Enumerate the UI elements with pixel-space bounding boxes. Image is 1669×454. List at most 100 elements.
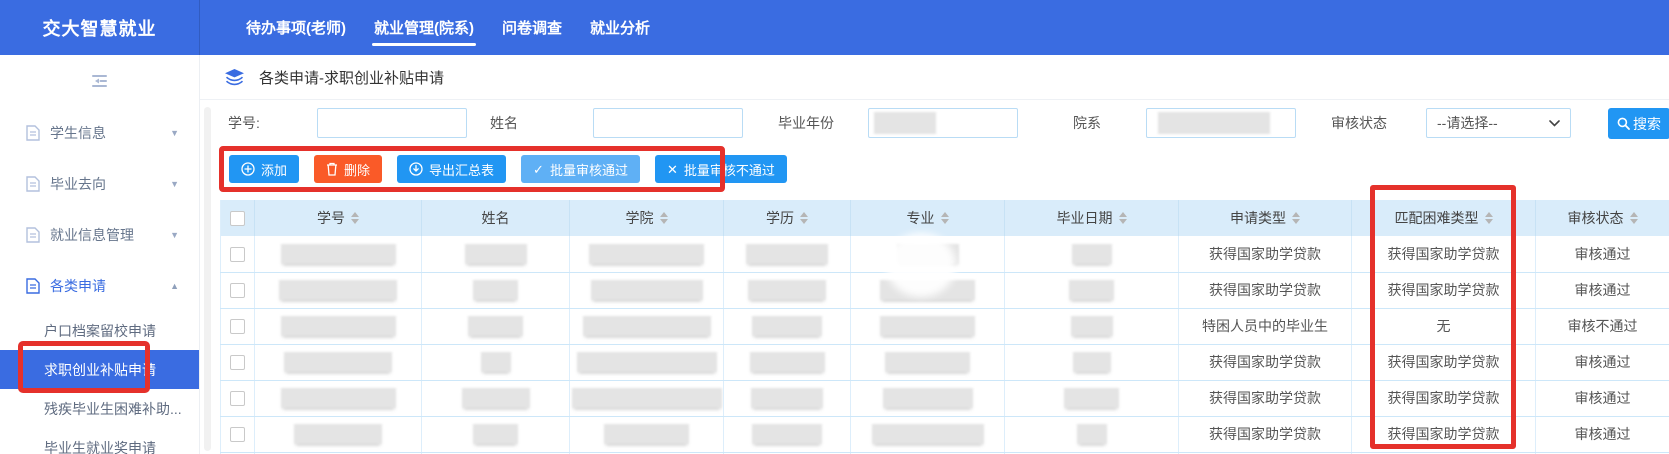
chevron-down-icon: ▼ [170,230,179,240]
sort-icon[interactable] [1119,212,1127,224]
redacted-cell [1064,388,1119,408]
name-label: 姓名 [490,100,518,146]
sidebar-subitem-employment-award[interactable]: 毕业生就业奖申请 [0,428,199,454]
audit-status-label: 审核状态 [1331,100,1387,146]
chevron-up-icon: ▲ [170,281,179,291]
delete-button[interactable]: 删除 [314,155,382,183]
name-input[interactable] [593,108,743,138]
student-id-input[interactable] [317,108,467,138]
tab-questionnaire[interactable]: 问卷调查 [488,0,576,55]
redacted-cell [589,244,704,264]
collapse-menu-icon [91,74,108,88]
redacted-cell [748,280,826,300]
redacted-cell [284,352,392,372]
redacted-cell [885,352,970,372]
sort-icon[interactable] [941,212,949,224]
row-checkbox[interactable] [230,247,245,262]
audit-status-cell: 审核通过 [1536,236,1669,272]
top-navbar: 交大智慧就业 待办事项(老师) 就业管理(院系) 问卷调查 就业分析 [0,0,1669,55]
sort-icon[interactable] [800,212,808,224]
difficulty-type-cell: 获得国家助学贷款 [1352,416,1536,452]
col-student-id[interactable]: 学号 [255,200,422,236]
sort-icon[interactable] [660,212,668,224]
apply-type-cell: 获得国家助学贷款 [1179,416,1352,452]
col-name: 姓名 [422,200,570,236]
redacted-cell [281,316,396,336]
apply-type-cell: 获得国家助学贷款 [1179,344,1352,380]
row-checkbox[interactable] [230,427,245,442]
add-button-label: 添加 [261,160,287,179]
tab-employment-management[interactable]: 就业管理(院系) [360,0,488,55]
delete-button-label: 删除 [344,160,370,179]
redacted-cell [294,424,382,444]
export-summary-button[interactable]: 导出汇总表 [397,155,506,183]
col-audit-status[interactable]: 审核状态 [1536,200,1669,236]
document-icon [26,278,40,294]
redacted-cell [872,424,984,444]
redacted-cell [746,244,828,264]
sort-icon[interactable] [1292,212,1300,224]
apply-type-cell: 获得国家助学贷款 [1179,236,1352,272]
sidebar-subitem-job-subsidy[interactable]: 求职创业补贴申请 [0,350,199,389]
document-icon [26,227,40,243]
sidebar-collapse-button[interactable] [0,55,199,107]
tab-todo-teacher[interactable]: 待办事项(老师) [232,0,360,55]
add-button[interactable]: 添加 [229,155,299,183]
sidebar-item-graduation-destination[interactable]: 毕业去向 ▼ [0,158,199,209]
row-checkbox[interactable] [230,391,245,406]
redacted-cell [281,244,396,264]
select-value: --请选择-- [1437,113,1498,133]
sort-icon[interactable] [351,212,359,224]
redacted-cell [883,388,973,408]
breadcrumb-text: 各类申请-求职创业补贴申请 [259,67,444,88]
sidebar-item-label: 毕业去向 [50,174,106,194]
sort-icon[interactable] [1485,212,1493,224]
col-grad-date[interactable]: 毕业日期 [1005,200,1179,236]
sidebar-subitem-hukou-archive[interactable]: 户口档案留校申请 [0,311,199,350]
audit-status-select[interactable]: --请选择-- [1426,108,1571,138]
col-major[interactable]: 专业 [851,200,1005,236]
header-select-all [221,200,255,236]
search-button[interactable]: 搜索 [1608,108,1669,139]
select-all-checkbox[interactable] [230,211,245,226]
tab-employment-analysis[interactable]: 就业分析 [576,0,664,55]
difficulty-type-cell: 获得国家助学贷款 [1352,236,1536,272]
sidebar-item-applications[interactable]: 各类申请 ▲ [0,260,199,311]
document-icon [26,125,40,141]
batch-reject-button[interactable]: ✕ 批量审核不通过 [655,155,787,183]
col-degree[interactable]: 学历 [724,200,851,236]
row-checkbox[interactable] [230,319,245,334]
batch-approve-label: 批量审核通过 [550,160,628,179]
apply-type-cell: 获得国家助学贷款 [1179,380,1352,416]
chevron-down-icon: ▼ [170,179,179,189]
sort-icon[interactable] [1630,212,1638,224]
table-row: 获得国家助学贷款 获得国家助学贷款 审核通过 [221,236,1669,272]
table-row: 获得国家助学贷款 获得国家助学贷款 审核通过 [221,344,1669,380]
sidebar-item-student-info[interactable]: 学生信息 ▼ [0,107,199,158]
batch-approve-button[interactable]: ✓ 批量审核通过 [521,155,640,183]
app-window: 交大智慧就业 待办事项(老师) 就业管理(院系) 问卷调查 就业分析 [0,0,1669,454]
difficulty-type-cell: 获得国家助学贷款 [1352,380,1536,416]
difficulty-type-cell: 获得国家助学贷款 [1352,272,1536,308]
export-button-label: 导出汇总表 [429,160,494,179]
redacted-cell [462,388,530,408]
sidebar-item-employment-info-management[interactable]: 就业信息管理 ▼ [0,209,199,260]
document-icon [26,176,40,192]
redacted-cell [583,316,711,336]
sidebar-subitem-disabled-graduate-aid[interactable]: 残疾毕业生困难补助... [0,389,199,428]
download-circle-icon [409,162,423,176]
row-checkbox[interactable] [230,355,245,370]
col-college[interactable]: 学院 [570,200,724,236]
redacted-cell [473,424,518,444]
grad-year-label: 毕业年份 [778,100,834,146]
redacted-cell [1072,244,1112,264]
redacted-cell [880,316,975,336]
x-icon: ✕ [667,163,678,176]
col-difficulty-type[interactable]: 匹配困难类型 [1352,200,1536,236]
batch-reject-label: 批量审核不通过 [684,160,775,179]
col-apply-type[interactable]: 申请类型 [1179,200,1352,236]
row-checkbox[interactable] [230,283,245,298]
audit-status-cell: 审核通过 [1536,344,1669,380]
redacted-value [1158,112,1270,134]
redacted-cell [752,424,822,444]
